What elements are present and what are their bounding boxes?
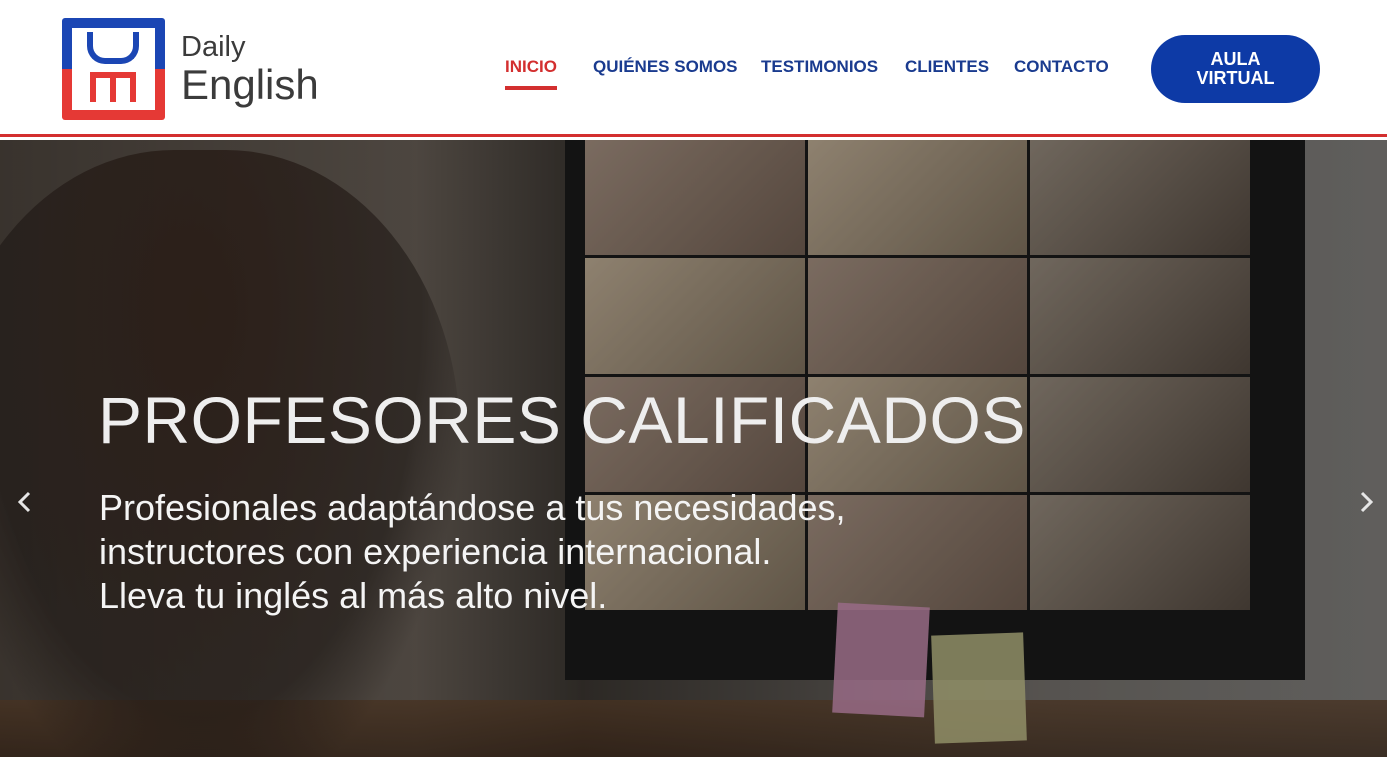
- chevron-left-icon[interactable]: [15, 488, 35, 522]
- logo-line1: Daily: [181, 30, 246, 63]
- cta-line2: VIRTUAL: [1196, 68, 1275, 88]
- logo-mark-icon: [62, 18, 165, 120]
- aula-virtual-button[interactable]: AULA VIRTUAL: [1151, 35, 1320, 103]
- site-header: Daily English INICIO QUIÉNES SOMOS TESTI…: [0, 0, 1387, 137]
- chevron-right-icon[interactable]: [1356, 488, 1376, 522]
- logo-wordmark: Daily English: [181, 30, 319, 108]
- nav-quienes-somos[interactable]: QUIÉNES SOMOS: [593, 57, 738, 77]
- cta-line1: AULA: [1210, 49, 1261, 69]
- hero-line-3: Lleva tu inglés al más alto nivel.: [99, 575, 608, 616]
- nav-clientes[interactable]: CLIENTES: [905, 57, 989, 77]
- hero-line-2: instructores con experiencia internacion…: [99, 531, 772, 572]
- logo[interactable]: Daily English: [62, 18, 319, 120]
- nav-contacto[interactable]: CONTACTO: [1014, 57, 1109, 77]
- hero-line-1: Profesionales adaptándose a tus necesida…: [99, 487, 846, 528]
- hero-subtitle: Profesionales adaptándose a tus necesida…: [99, 486, 846, 618]
- logo-line2: English: [181, 60, 319, 108]
- hero-title: PROFESORES CALIFICADOS: [98, 383, 1026, 457]
- nav-inicio[interactable]: INICIO: [505, 57, 557, 90]
- hero-slider: PROFESORES CALIFICADOS Profesionales ada…: [0, 140, 1387, 757]
- nav-testimonios[interactable]: TESTIMONIOS: [761, 57, 878, 77]
